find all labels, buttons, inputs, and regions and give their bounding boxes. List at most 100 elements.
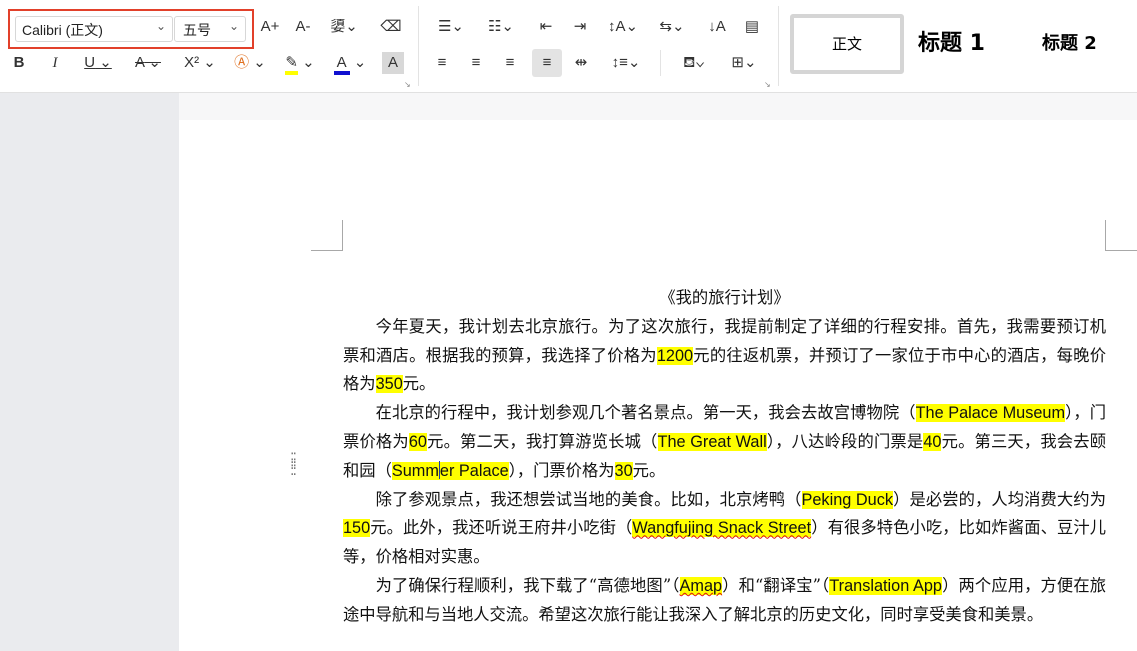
numbered-list-icon: ☷⌄ — [487, 18, 514, 35]
strikethrough-button[interactable]: A ⌄ — [130, 51, 166, 75]
text-run: 元。 — [632, 460, 666, 480]
font-selector-highlight: Calibri (正文) ⌄ 五号 ⌄ — [8, 9, 254, 49]
ribbon-toolbar: Calibri (正文) ⌄ 五号 ⌄ A+ A- 嬃⌄ ⌫ B I U ⌄ A… — [0, 0, 1137, 93]
decrease-indent-button[interactable]: ⇤ — [534, 15, 558, 39]
phonetic-guide-button[interactable]: 嬃⌄ — [326, 15, 362, 39]
char-shading-button[interactable]: A — [382, 52, 404, 74]
drag-handle-icon[interactable]: ⁚⁚ ⁚⁚ ⁚⁚ — [290, 452, 302, 478]
chevron-down-icon: ⌄ — [228, 19, 239, 33]
sort-icon: ↓A — [708, 18, 726, 35]
font-size-value: 五号 — [183, 23, 211, 39]
paragraph-dialog-launcher-icon[interactable]: ↘ — [764, 80, 771, 89]
bold-icon: B — [13, 54, 25, 71]
chevron-down-icon: ⌄ — [155, 19, 166, 33]
font-size-dropdown[interactable]: 五号 ⌄ — [174, 16, 246, 42]
highlighted-text: Peking Duck — [801, 490, 894, 509]
highlighted-text: The Palace Museum — [915, 404, 1066, 423]
clear-format-button[interactable]: ⌫ — [378, 15, 404, 39]
swap-icon: ⇆⌄ — [659, 18, 685, 35]
strikethrough-icon: A — [135, 54, 145, 71]
sort-direction-button[interactable]: ⇆⌄ — [654, 15, 690, 39]
style-normal-label: 正文 — [831, 35, 862, 53]
grow-font-button[interactable]: A+ — [258, 15, 282, 39]
bold-button[interactable]: B — [8, 51, 30, 75]
margin-corner-mark — [1105, 250, 1137, 251]
highlighted-text: Summer Palace — [391, 460, 509, 480]
increase-indent-button[interactable]: ⇥ — [568, 15, 592, 39]
distribute-button[interactable]: ⇹ — [568, 51, 594, 75]
text-effect-button[interactable]: Ⓐ ⌄ — [230, 51, 270, 75]
margin-corner-mark — [342, 220, 343, 251]
font-color-button[interactable]: A ⌄ — [330, 51, 370, 75]
borders-button[interactable]: ⊞⌄ — [724, 51, 764, 75]
highlighted-text: The Great Wall — [657, 432, 767, 451]
justify-button[interactable]: ≡ — [532, 49, 562, 77]
text-run: 在北京的行程中，我计划参观几个著名景点。第一天，我会去故宫博物院（ — [375, 403, 916, 423]
justify-icon: ≡ — [542, 54, 552, 71]
text-run: ），门票价格为 — [508, 460, 615, 480]
text-run: 元。 — [402, 374, 436, 394]
align-left-icon: ≡ — [437, 54, 447, 71]
style-heading-2-label: 标题 2 — [1042, 33, 1097, 54]
underline-icon: U — [84, 54, 96, 71]
italic-button[interactable]: I — [44, 51, 66, 75]
underline-button[interactable]: U ⌄ — [80, 51, 116, 75]
superscript-icon: X² — [184, 54, 200, 71]
highlighted-text: 60 — [408, 432, 427, 451]
paragraph-4: 为了确保行程顺利，我下载了“高德地图”（Amap）和“翻译宝”（Translat… — [343, 572, 1106, 630]
bullets-button[interactable]: ☰⌄ — [432, 15, 470, 39]
text-run: ）是必尝的，人均消费大约为 — [893, 489, 1106, 509]
highlighted-text: 1200 — [656, 346, 694, 365]
eraser-icon: ⌫ — [380, 18, 402, 35]
show-marks-icon: ▤ — [744, 18, 760, 35]
font-name-dropdown[interactable]: Calibri (正文) ⌄ — [15, 16, 173, 42]
phonetic-guide-icon: 嬃⌄ — [330, 18, 358, 35]
separator — [660, 50, 661, 76]
document-body[interactable]: 《我的旅行计划》 今年夏天，我计划去北京旅行。为了这次旅行，我提前制定了详细的行… — [343, 284, 1106, 630]
shading-button[interactable]: ⛾⌄ — [674, 51, 714, 75]
sort-button[interactable]: ↓A — [704, 15, 730, 39]
text-run: 为了确保行程顺利，我下载了“高德地图”（ — [375, 575, 680, 595]
workspace-left-margin — [0, 93, 179, 651]
line-spacing-icon: ↕≡⌄ — [611, 54, 641, 71]
text-direction-button[interactable]: ↕A⌄ — [604, 15, 642, 39]
align-right-button[interactable]: ≡ — [498, 51, 522, 75]
show-marks-button[interactable]: ▤ — [740, 15, 764, 39]
text-run: ）和“翻译宝”（ — [722, 575, 830, 595]
bullet-list-icon: ☰⌄ — [437, 18, 464, 35]
align-center-icon: ≡ — [471, 54, 481, 71]
paint-bucket-icon: ⛾⌄ — [683, 54, 705, 71]
text-run: ），八达岭段的门票是 — [766, 431, 924, 451]
highlighted-text: 30 — [614, 461, 633, 480]
document-title: 《我的旅行计划》 — [659, 288, 790, 307]
line-spacing-button[interactable]: ↕≡⌄ — [606, 51, 646, 75]
numbering-button[interactable]: ☷⌄ — [482, 15, 520, 39]
font-color-icon: A — [333, 54, 350, 75]
font-name-value: Calibri (正文) — [22, 22, 103, 38]
align-center-button[interactable]: ≡ — [464, 51, 488, 75]
highlight-color-button[interactable]: ✎ ⌄ — [280, 51, 320, 75]
paragraph-3: 除了参观景点，我还想尝试当地的美食。比如，北京烤鸭（Peking Duck）是必… — [343, 486, 1106, 572]
style-heading-1[interactable]: 标题 1 — [918, 14, 1018, 74]
style-heading-1-label: 标题 1 — [918, 31, 985, 56]
borders-icon: ⊞⌄ — [731, 54, 757, 71]
text-run: 元。此外，我还听说王府井小吃街（ — [370, 518, 633, 538]
text-effect-icon: Ⓐ — [234, 54, 250, 71]
align-left-button[interactable]: ≡ — [430, 51, 454, 75]
superscript-button[interactable]: X² ⌄ — [180, 51, 220, 75]
text-run: 元。第二天，我打算游览长城（ — [426, 431, 658, 451]
text-run: 除了参观景点，我还想尝试当地的美食。比如，北京烤鸭（ — [375, 489, 802, 509]
highlighted-text: Translation App — [829, 576, 942, 595]
style-heading-2[interactable]: 标题 2 — [1042, 14, 1132, 74]
highlighted-text: 350 — [375, 375, 403, 394]
text-direction-icon: ↕A⌄ — [607, 18, 639, 35]
char-shading-icon: A — [387, 54, 398, 71]
highlighter-icon: ✎ — [285, 54, 298, 75]
style-normal[interactable]: 正文 — [790, 14, 904, 74]
font-dialog-launcher-icon[interactable]: ↘ — [404, 80, 411, 89]
outdent-icon: ⇤ — [539, 18, 553, 35]
italic-icon: I — [52, 55, 58, 71]
shrink-font-button[interactable]: A- — [291, 15, 315, 39]
separator — [418, 6, 419, 86]
highlighted-text: 40 — [923, 432, 942, 451]
